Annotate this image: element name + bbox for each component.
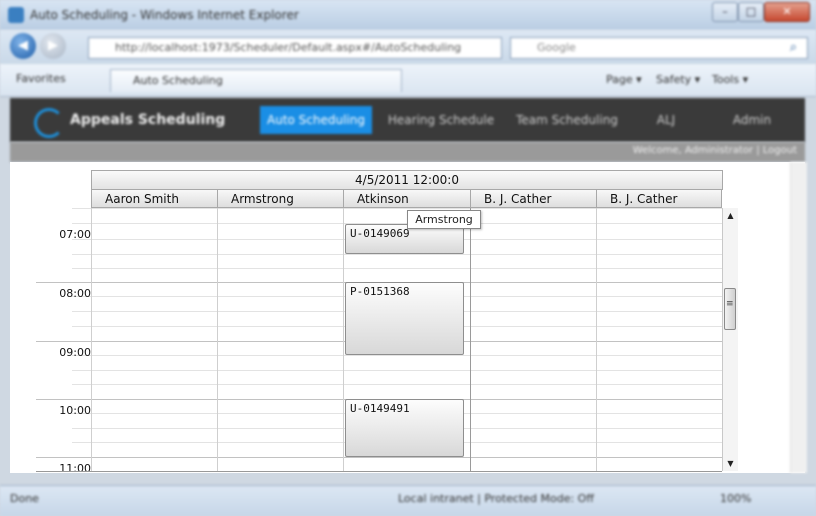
grid-line [72, 254, 722, 255]
address-toolbar: ◀ ▶ http://localhost:1973/Scheduler/Defa… [0, 30, 816, 64]
grid-line [72, 370, 722, 371]
zoom-level[interactable]: 100% [720, 492, 751, 505]
search-input[interactable]: Google ⌕ [510, 37, 808, 59]
time-label: 11:00 [59, 462, 91, 472]
page-scrollbar[interactable] [790, 162, 807, 473]
app-subheader: Welcome, Administrator | Logout [10, 142, 805, 162]
grid-line [72, 208, 722, 209]
time-label: 10:00 [59, 404, 91, 417]
tab-title: Auto Scheduling [133, 74, 223, 87]
app-header: Appeals Scheduling Auto Scheduling Heari… [10, 98, 805, 142]
page-menu[interactable]: Page ▾ [606, 73, 642, 86]
welcome-text: Welcome, Administrator | Logout [632, 145, 797, 156]
nav-admin[interactable]: Admin [722, 106, 782, 134]
browser-tab[interactable]: Auto Scheduling [110, 69, 402, 92]
scheduler-date-header: 4/5/2011 12:00:0 [91, 170, 723, 190]
status-text: Done [10, 492, 39, 505]
grid-line [72, 355, 722, 356]
search-placeholder: Google [537, 41, 576, 54]
window-title: Auto Scheduling - Windows Internet Explo… [30, 8, 299, 22]
column-divider [596, 208, 597, 471]
forward-button[interactable]: ▶ [40, 33, 66, 59]
scroll-thumb[interactable]: ≡ [724, 288, 736, 330]
time-label: 08:00 [59, 287, 91, 300]
security-zone[interactable]: Local intranet | Protected Mode: Off [398, 492, 594, 505]
minimize-button[interactable]: – [712, 2, 738, 22]
nav-alj[interactable]: ALJ [646, 106, 686, 134]
nav-team-scheduling[interactable]: Team Scheduling [508, 106, 626, 134]
scroll-up-arrow-icon[interactable]: ▲ [723, 208, 738, 223]
tools-menu[interactable]: Tools ▾ [712, 73, 748, 86]
ie-icon [8, 7, 24, 23]
favorites-bar: Favorites Auto Scheduling Page ▾ Safety … [0, 64, 816, 97]
maximize-button[interactable]: □ [738, 2, 764, 22]
appointment[interactable]: P-0151368 [345, 282, 464, 355]
logo-icon [34, 108, 64, 138]
nav-auto-scheduling[interactable]: Auto Scheduling [260, 106, 372, 134]
close-button[interactable]: ✕ [764, 2, 810, 22]
resource-header: Atkinson [343, 189, 471, 208]
address-bar[interactable]: http://localhost:1973/Scheduler/Default.… [88, 37, 502, 59]
browser-status-bar: Done Local intranet | Protected Mode: Of… [0, 485, 816, 516]
address-text: http://localhost:1973/Scheduler/Default.… [115, 41, 462, 54]
grid-line [36, 457, 722, 458]
resource-tooltip: Armstrong [407, 210, 481, 229]
scroll-down-arrow-icon[interactable]: ▼ [723, 456, 738, 471]
schedule-grid[interactable]: 07:00 08:00 09:00 10:00 11:00 U-0149069 … [36, 208, 722, 472]
resource-header: Aaron Smith [91, 189, 218, 208]
resource-header: Armstrong [217, 189, 344, 208]
column-divider [470, 208, 471, 471]
grid-line [72, 384, 722, 385]
back-button[interactable]: ◀ [10, 33, 36, 59]
nav-hearing-schedule[interactable]: Hearing Schedule [382, 106, 500, 134]
column-divider [91, 208, 92, 471]
search-icon[interactable]: ⌕ [790, 40, 797, 55]
column-divider [343, 208, 344, 471]
safety-menu[interactable]: Safety ▾ [656, 73, 700, 86]
resource-header: B. J. Cather [470, 189, 597, 208]
resource-header-row: Aaron Smith Armstrong Atkinson B. J. Cat… [91, 189, 723, 208]
resource-header: B. J. Cather [596, 189, 722, 208]
browser-title-bar: Auto Scheduling - Windows Internet Explo… [0, 0, 816, 30]
app-brand: Appeals Scheduling [70, 112, 226, 128]
appointment[interactable]: U-0149491 [345, 399, 464, 457]
column-divider [217, 208, 218, 471]
favorites-button[interactable]: Favorites [16, 72, 66, 85]
grid-line [72, 268, 722, 269]
schedule-scrollbar[interactable]: ▲ ≡ ▼ [722, 208, 738, 471]
time-label: 09:00 [59, 346, 91, 359]
time-label: 07:00 [59, 228, 91, 241]
